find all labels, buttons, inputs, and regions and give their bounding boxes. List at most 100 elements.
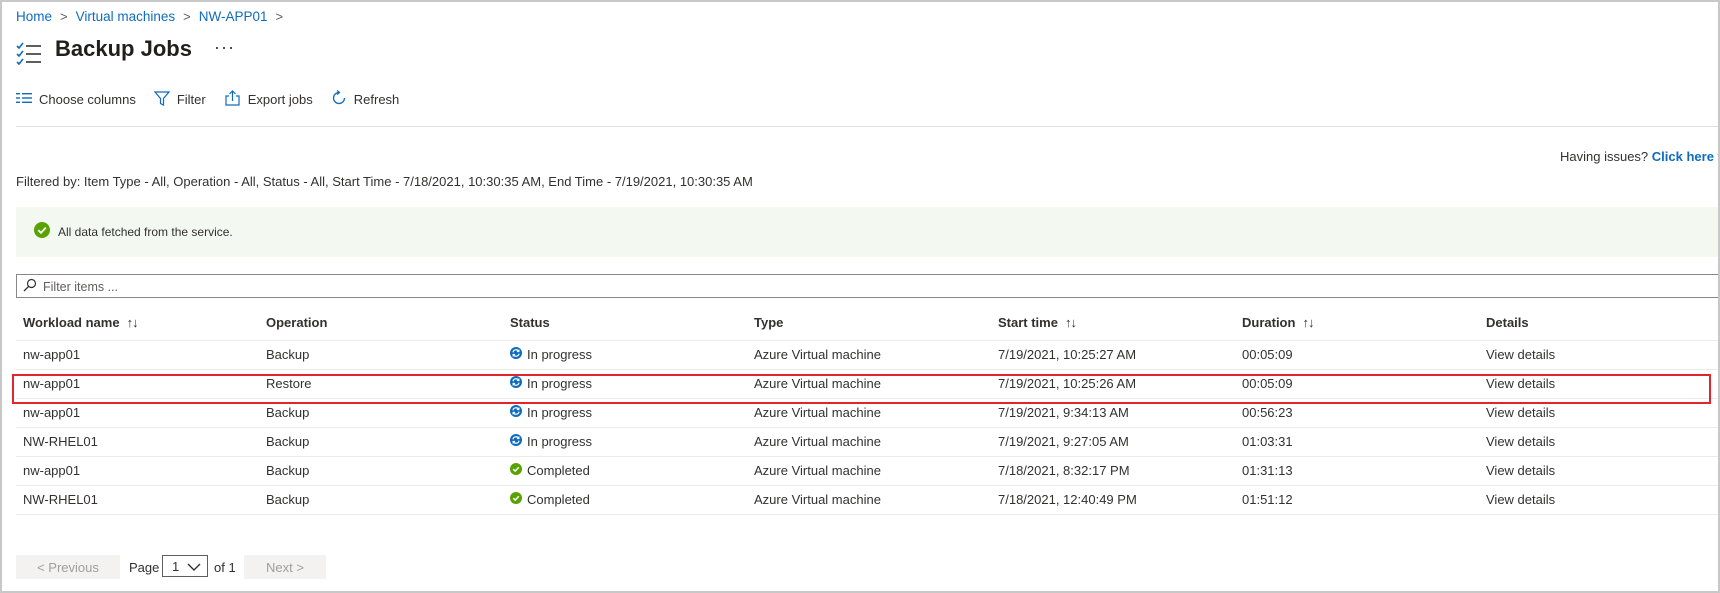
cell-status: Completed [510,463,590,478]
cell-operation: Backup [266,463,310,478]
filter-items-box [16,274,1718,298]
cell-workload: nw-app01 [23,463,81,478]
view-details-link[interactable]: View details [1486,492,1555,507]
view-details-link[interactable]: View details [1486,405,1555,420]
columns-icon [16,92,39,107]
breadcrumb-home[interactable]: Home [16,9,52,24]
status-text: In progress [527,347,593,362]
row-divider [16,514,1718,515]
column-header-label: Details [1486,315,1529,330]
cell-start-time: 7/19/2021, 9:34:13 AM [998,405,1129,420]
view-details-link[interactable]: View details [1486,347,1555,362]
breadcrumb: Home > Virtual machines > NW-APP01 > [16,9,291,24]
cell-operation: Backup [266,405,310,420]
page-label: Page [129,560,160,575]
status-text: Completed [527,492,590,507]
next-page-button[interactable]: Next > [244,555,326,579]
more-options-button[interactable]: ··· [214,37,235,58]
row-divider [16,485,1718,486]
sort-icon[interactable]: ↑↓ [1065,315,1077,330]
cell-duration: 01:03:31 [1242,434,1293,449]
in-progress-icon [510,434,527,449]
refresh-label: Refresh [353,92,400,107]
status-text: In progress [527,405,593,420]
toolbar-divider [16,126,1718,127]
column-header-details: Details [1486,315,1529,330]
breadcrumb-separator: > [183,9,191,24]
cell-workload: NW-RHEL01 [23,434,98,449]
cell-workload: NW-RHEL01 [23,492,98,507]
column-header-operation: Operation [266,315,327,330]
column-header-label: Type [754,315,784,330]
cell-duration: 00:05:09 [1242,347,1293,362]
in-progress-icon [510,347,527,362]
export-jobs-button[interactable]: Export jobs [224,90,313,109]
choose-columns-button[interactable]: Choose columns [16,92,136,107]
in-progress-icon [510,405,527,420]
cell-type: Azure Virtual machine [754,463,881,478]
row-divider [16,340,1718,341]
page-select[interactable]: 1 [162,555,208,577]
filter-summary: Filtered by: Item Type - All, Operation … [16,174,753,189]
filter-icon [153,90,177,109]
help-notice-suffix: t [1714,149,1719,164]
refresh-button[interactable]: Refresh [331,89,400,109]
breadcrumb-separator: > [275,9,284,24]
cell-start-time: 7/18/2021, 8:32:17 PM [998,463,1130,478]
command-bar: Choose columns Filter Export jobs Refres… [16,89,417,109]
help-notice-text: Having issues? [1560,149,1652,164]
column-header-label: Operation [266,315,328,330]
column-header-label: Start time [998,315,1058,330]
export-icon [224,90,248,109]
column-header-workload-name[interactable]: Workload name ↑↓ [23,315,139,330]
page-title: Backup Jobs [55,36,192,61]
completed-check-icon [510,463,527,478]
status-text: Completed [527,463,590,478]
breadcrumb-virtual-machines[interactable]: Virtual machines [76,9,176,24]
cell-start-time: 7/18/2021, 12:40:49 PM [998,492,1137,507]
column-header-label: Workload name [23,315,120,330]
completed-check-icon [510,492,527,507]
cell-type: Azure Virtual machine [754,347,881,362]
cell-type: Azure Virtual machine [754,492,881,507]
chevron-down-icon [187,560,201,575]
sort-icon[interactable]: ↑↓ [127,315,139,330]
breadcrumb-nw-app01[interactable]: NW-APP01 [199,9,268,24]
status-banner [16,207,1718,257]
cell-type: Azure Virtual machine [754,405,881,420]
cell-operation: Backup [266,434,310,449]
column-header-label: Duration [1242,315,1296,330]
help-notice: Having issues? Click here t [1560,149,1719,164]
column-header-start-time[interactable]: Start time ↑↓ [998,315,1077,330]
cell-operation: Backup [266,347,310,362]
sort-icon[interactable]: ↑↓ [1302,315,1314,330]
column-header-type: Type [754,315,783,330]
filter-label: Filter [176,92,206,107]
row-divider [16,369,1718,370]
view-details-link[interactable]: View details [1486,463,1555,478]
cell-type: Azure Virtual machine [754,434,881,449]
previous-page-button[interactable]: < Previous [16,555,120,579]
success-check-icon [34,222,50,243]
column-header-label: Status [510,315,550,330]
status-banner-text: All data fetched from the service. [58,225,233,239]
row-highlight-box [12,374,1711,404]
cell-status: Completed [510,492,590,507]
cell-operation: Backup [266,492,310,507]
click-here-link[interactable]: Click here [1652,149,1714,164]
cell-status: In progress [510,347,592,362]
backup-jobs-icon [15,42,43,71]
cell-status: In progress [510,434,592,449]
export-jobs-label: Export jobs [247,92,313,107]
filter-items-input[interactable] [41,277,1645,297]
cell-duration: 00:56:23 [1242,405,1293,420]
page-select-value: 1 [172,558,180,574]
row-divider [16,456,1718,457]
cell-workload: nw-app01 [23,405,81,420]
view-details-link[interactable]: View details [1486,434,1555,449]
column-header-status: Status [510,315,550,330]
cell-workload: nw-app01 [23,347,81,362]
filter-button[interactable]: Filter [153,90,206,109]
column-header-duration[interactable]: Duration ↑↓ [1242,315,1314,330]
search-icon [23,278,37,297]
